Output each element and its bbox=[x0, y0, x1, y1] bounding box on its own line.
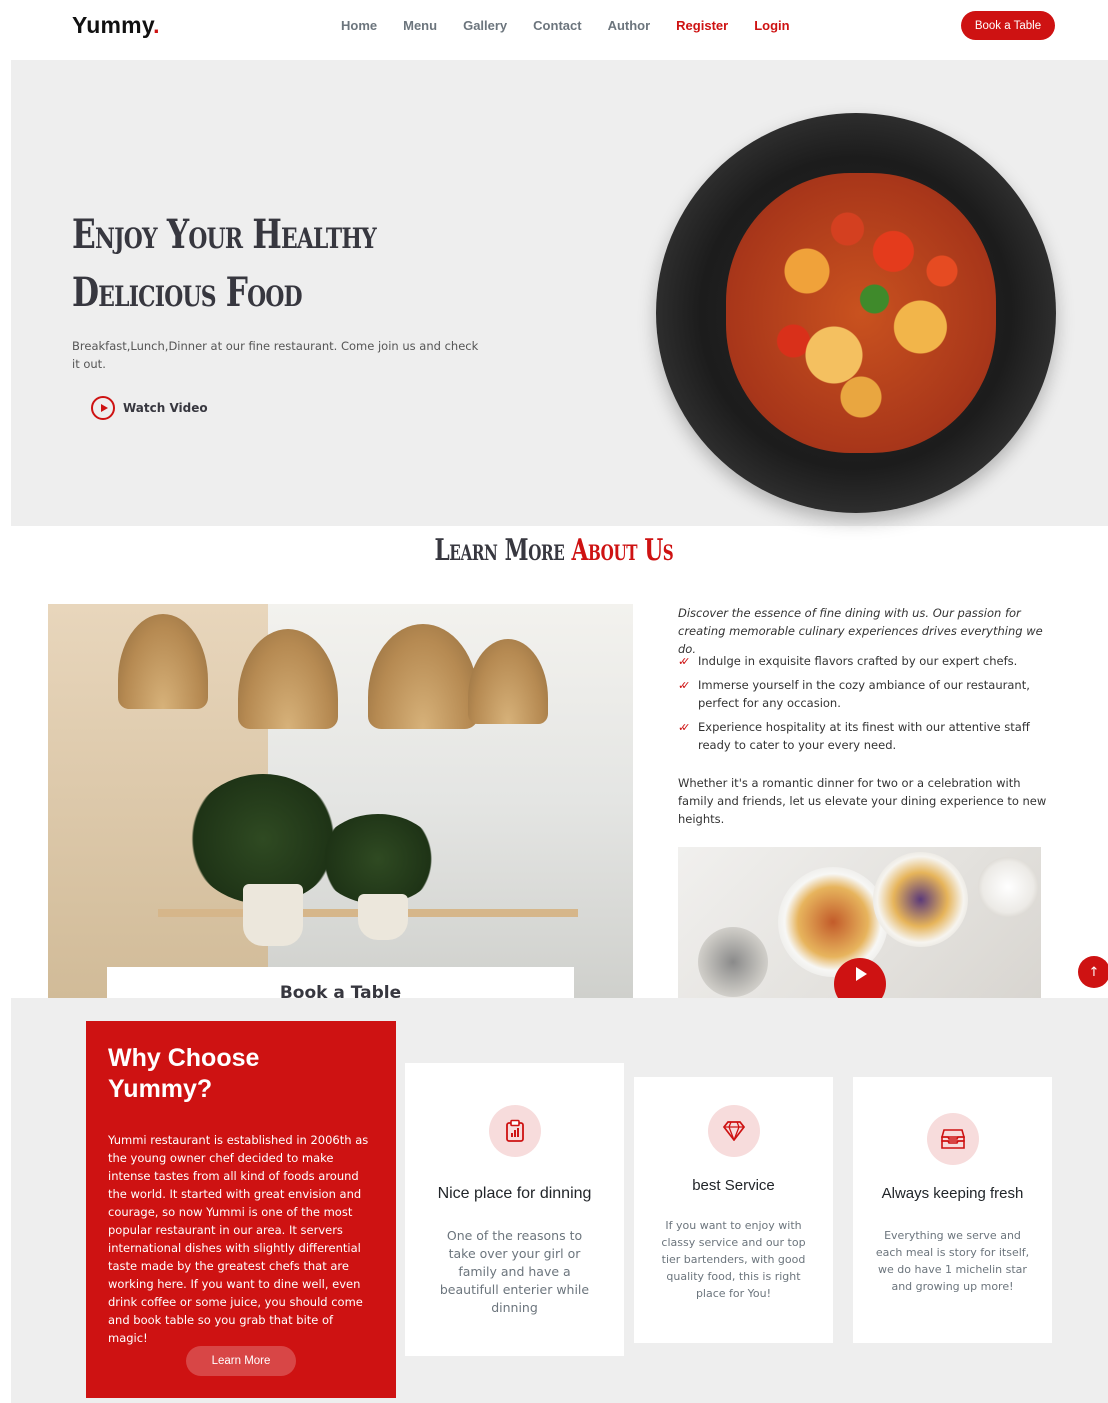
book-a-table-bar-label: Book a Table bbox=[279, 983, 402, 998]
book-a-table-bar[interactable]: Book a Table bbox=[107, 967, 574, 998]
book-a-table-button[interactable]: Book a Table bbox=[961, 11, 1055, 40]
play-video-button[interactable] bbox=[834, 958, 886, 998]
watch-video-link[interactable]: Watch Video bbox=[91, 396, 208, 420]
cup bbox=[978, 857, 1038, 917]
clipboard-data-icon bbox=[488, 1105, 541, 1157]
feature-card: Nice place for dinning One of the reason… bbox=[405, 1063, 624, 1356]
nav-home[interactable]: Home bbox=[341, 18, 377, 33]
list-item-text: Experience hospitality at its finest wit… bbox=[698, 720, 1030, 752]
card-text: Everything we serve and each meal is sto… bbox=[875, 1229, 1030, 1293]
about-checklist: ✓✓ Indulge in exquisite flavors crafted b… bbox=[678, 652, 1048, 760]
why-text: Yummi restaurant is established in 2006t… bbox=[108, 1133, 369, 1345]
nav-author[interactable]: Author bbox=[608, 18, 651, 33]
restaurant-interior-image: Book a Table bbox=[48, 604, 633, 998]
learn-more-button[interactable]: Learn More bbox=[186, 1346, 296, 1376]
bowl bbox=[873, 852, 968, 947]
about-paragraph: Whether it's a romantic dinner for two o… bbox=[678, 776, 1047, 826]
hero-title-line2: Delicious Food bbox=[72, 269, 303, 316]
pitcher bbox=[698, 927, 768, 997]
about-lead: Discover the essence of fine dining with… bbox=[678, 606, 1043, 656]
hero-title-line1: Enjoy Your Healthy bbox=[72, 211, 377, 258]
logo-text: Yummy bbox=[72, 12, 154, 38]
hero-section: Enjoy Your Healthy Delicious Food Breakf… bbox=[11, 60, 1108, 526]
main-nav: Home Menu Gallery Contact Author Registe… bbox=[341, 18, 816, 33]
hero-text: Breakfast,Lunch,Dinner at our fine resta… bbox=[72, 339, 479, 371]
list-item-text: Immerse yourself in the cozy ambiance of… bbox=[698, 678, 1030, 710]
why-box: Why Choose Yummy? Yummi restaurant is es… bbox=[86, 1021, 396, 1398]
play-circle-icon bbox=[91, 396, 115, 420]
inboxes-icon bbox=[926, 1113, 979, 1165]
logo-dot: . bbox=[153, 12, 160, 38]
nav-register[interactable]: Register bbox=[676, 18, 728, 33]
plant-pot bbox=[243, 884, 303, 946]
logo[interactable]: Yummy. bbox=[72, 12, 160, 39]
card-text: One of the reasons to take over your gir… bbox=[439, 1228, 590, 1315]
food-dish bbox=[726, 173, 996, 453]
list-item-text: Indulge in exquisite flavors crafted by … bbox=[698, 654, 1018, 668]
plant bbox=[318, 814, 438, 904]
about-title: Learn More About Us bbox=[0, 533, 1108, 568]
list-item: ✓✓ Experience hospitality at its finest w… bbox=[678, 718, 1048, 754]
card-text: If you want to enjoy with classy service… bbox=[661, 1219, 806, 1300]
feature-card: best Service If you want to enjoy with c… bbox=[634, 1077, 833, 1343]
about-title-highlight: About Us bbox=[571, 533, 674, 568]
watch-video-label: Watch Video bbox=[123, 401, 208, 415]
check-double-icon: ✓✓ bbox=[678, 679, 691, 692]
nav-gallery[interactable]: Gallery bbox=[463, 18, 507, 33]
about-title-prefix: Learn More bbox=[434, 533, 565, 568]
hero-title: Enjoy Your Healthy Delicious Food bbox=[72, 206, 400, 322]
arrow-up-icon: ↑ bbox=[1088, 964, 1100, 980]
feature-card: Always keeping fresh Everything we serve… bbox=[853, 1077, 1052, 1343]
plant-pot bbox=[358, 894, 408, 940]
check-double-icon: ✓✓ bbox=[678, 721, 691, 734]
card-title: best Service bbox=[692, 1177, 775, 1194]
breakfast-image bbox=[678, 847, 1041, 998]
card-title: Always keeping fresh bbox=[881, 1185, 1024, 1202]
list-item: ✓✓ Indulge in exquisite flavors crafted b… bbox=[678, 652, 1048, 670]
gem-icon bbox=[707, 1105, 760, 1157]
list-item: ✓✓ Immerse yourself in the cozy ambiance … bbox=[678, 676, 1048, 712]
check-double-icon: ✓✓ bbox=[678, 655, 691, 668]
why-us-section: Why Choose Yummy? Yummi restaurant is es… bbox=[11, 998, 1108, 1403]
nav-login[interactable]: Login bbox=[754, 18, 789, 33]
site-header: Yummy. Home Menu Gallery Contact Author … bbox=[0, 0, 1108, 60]
nav-contact[interactable]: Contact bbox=[533, 18, 581, 33]
why-title: Why Choose Yummy? bbox=[108, 1044, 260, 1103]
nav-menu[interactable]: Menu bbox=[403, 18, 437, 33]
card-title: Nice place for dinning bbox=[437, 1185, 592, 1202]
scroll-top-button[interactable]: ↑ bbox=[1078, 956, 1108, 988]
hero-food-image bbox=[656, 113, 1056, 513]
